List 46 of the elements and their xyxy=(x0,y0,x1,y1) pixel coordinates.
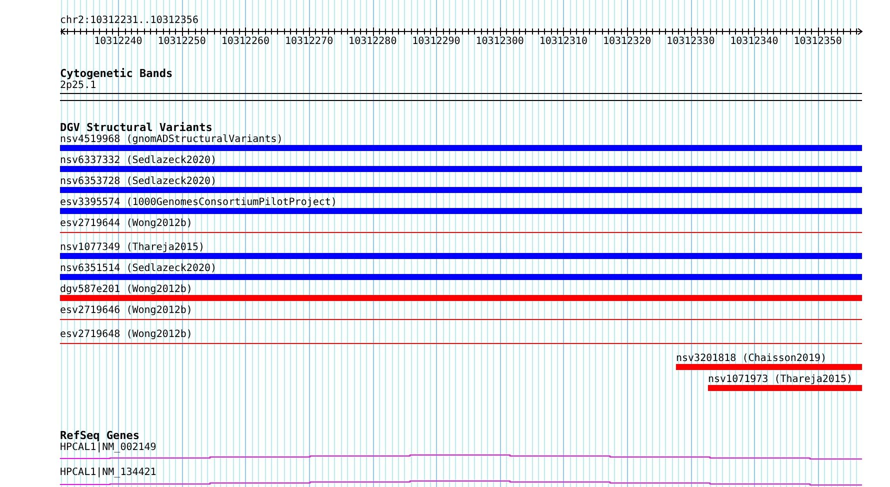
variant-bar[interactable] xyxy=(708,385,862,391)
feature-label[interactable]: nsv6351514 (Sedlazeck2020) xyxy=(60,263,217,274)
variant-bar[interactable] xyxy=(60,253,862,259)
track-title: DGV Structural Variants xyxy=(60,122,212,134)
ruler-label: 10312270 xyxy=(284,36,334,47)
variant-bar[interactable] xyxy=(60,208,862,214)
feature-label[interactable]: nsv4519968 (gnomADStructuralVariants) xyxy=(60,134,283,145)
feature-label[interactable]: esv2719648 (Wong2012b) xyxy=(60,329,192,340)
variant-bar[interactable] xyxy=(60,274,862,280)
feature-label[interactable]: esv2719646 (Wong2012b) xyxy=(60,305,192,316)
feature-label[interactable]: HPCAL1|NM_134421 xyxy=(60,467,156,478)
gene-model-line[interactable] xyxy=(60,480,862,486)
ruler-label: 10312320 xyxy=(602,36,652,47)
ruler-label: 10312250 xyxy=(158,36,206,47)
feature-label[interactable]: 2p25.1 xyxy=(60,80,96,91)
location-label: chr2:10312231..10312356 xyxy=(60,15,198,27)
ruler-label: 10312340 xyxy=(730,36,778,47)
ruler-label: 10312300 xyxy=(476,36,524,47)
gene-model-line[interactable] xyxy=(60,454,862,460)
feature-label[interactable]: nsv1077349 (Thareja2015) xyxy=(60,242,204,253)
variant-bar[interactable] xyxy=(60,145,862,151)
feature-label[interactable]: nsv6337332 (Sedlazeck2020) xyxy=(60,155,217,166)
ruler-label: 10312310 xyxy=(539,36,588,47)
feature-label[interactable]: esv3395574 (1000GenomesConsortiumPilotProject) xyxy=(60,197,337,208)
cytoband-bar[interactable] xyxy=(60,93,862,101)
feature-label[interactable]: esv2719644 (Wong2012b) xyxy=(60,218,192,229)
track-title: Cytogenetic Bands xyxy=(60,68,173,80)
ruler-label: 10312330 xyxy=(666,36,715,47)
variant-bar[interactable] xyxy=(60,187,862,193)
variant-bar[interactable] xyxy=(60,295,862,301)
ruler-label: 10312240 xyxy=(94,36,142,47)
feature-label[interactable]: nsv1071973 (Thareja2015) xyxy=(708,374,852,385)
variant-bar[interactable] xyxy=(676,364,862,370)
feature-label[interactable]: dgv587e201 (Wong2012b) xyxy=(60,284,192,295)
ruler-label: 10312280 xyxy=(348,36,397,47)
ruler-label: 10312350 xyxy=(794,36,842,47)
ruler-label: 10312290 xyxy=(412,36,460,47)
variant-line[interactable] xyxy=(60,319,862,320)
feature-label[interactable]: nsv3201818 (Chaisson2019) xyxy=(676,353,827,364)
track-title: RefSeq Genes xyxy=(60,430,140,442)
feature-label[interactable]: HPCAL1|NM_002149 xyxy=(60,442,156,453)
variant-bar[interactable] xyxy=(60,166,862,172)
feature-label[interactable]: nsv6353728 (Sedlazeck2020) xyxy=(60,176,217,187)
variant-line[interactable] xyxy=(60,232,862,233)
variant-line[interactable] xyxy=(60,343,862,344)
ruler-label: 10312260 xyxy=(221,36,270,47)
